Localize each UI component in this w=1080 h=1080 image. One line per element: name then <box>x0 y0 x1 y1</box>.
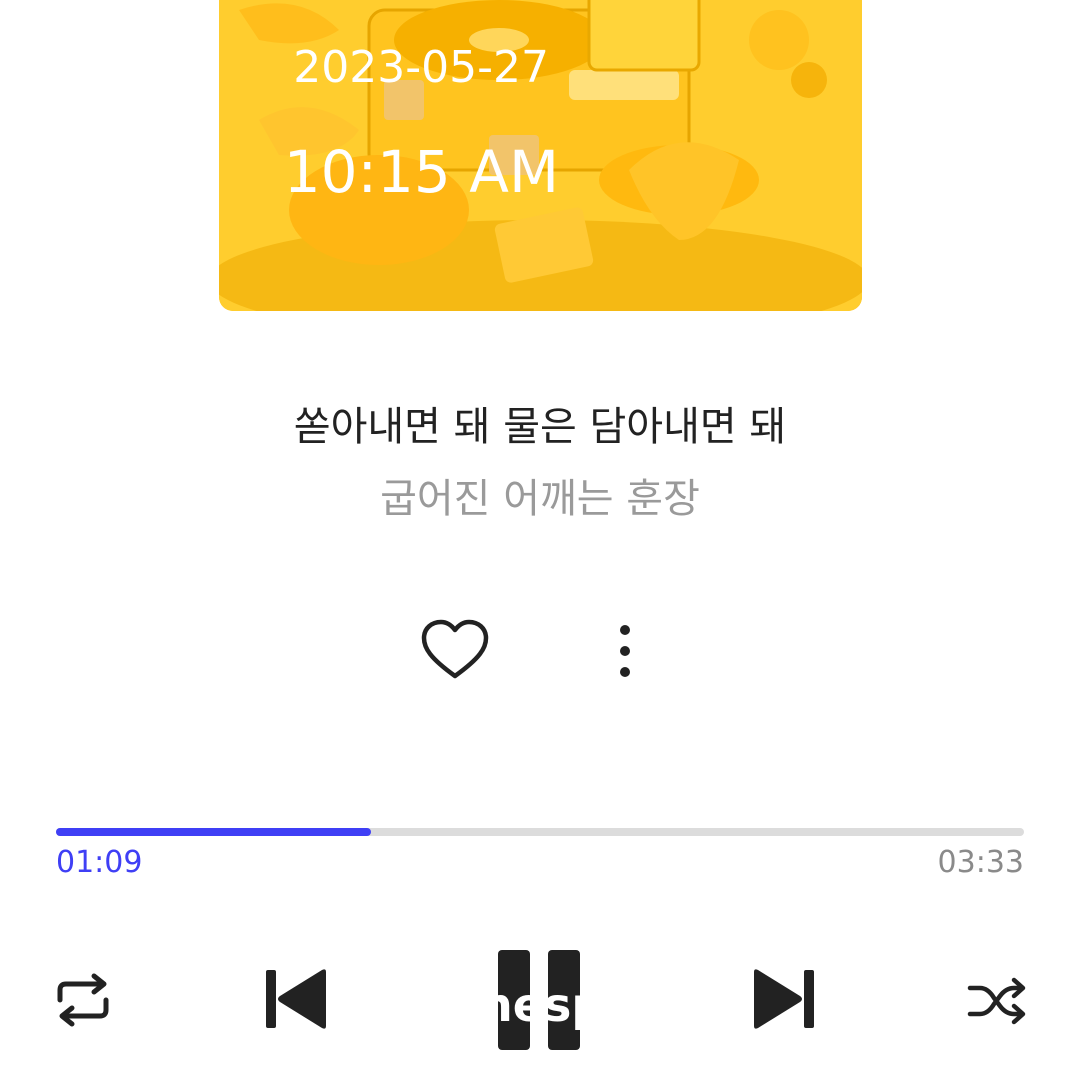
skip-previous-icon[interactable] <box>262 966 332 1032</box>
elapsed-time: 01:09 <box>56 845 143 880</box>
overlay-date: 2023-05-27 <box>293 42 549 93</box>
lyric-next-line[interactable]: 굽어진 어깨는 훈장 <box>0 466 1080 524</box>
pause-overlay-text: nesp <box>480 980 600 1030</box>
shuffle-icon[interactable] <box>966 976 1028 1026</box>
repeat-icon[interactable] <box>52 972 114 1028</box>
progress-fill <box>56 828 371 836</box>
progress-bar[interactable] <box>56 828 1024 836</box>
skip-next-icon[interactable] <box>748 966 818 1032</box>
heart-icon[interactable] <box>420 618 490 682</box>
overlay-time: 10:15 AM <box>283 138 559 206</box>
album-art: 2023-05-27 10:15 AM <box>219 0 862 311</box>
more-vertical-icon[interactable] <box>608 620 642 684</box>
total-time: 03:33 <box>937 845 1024 880</box>
lyric-current-line[interactable]: 쏟아내면 돼 물은 담아내면 돼 <box>0 394 1080 452</box>
